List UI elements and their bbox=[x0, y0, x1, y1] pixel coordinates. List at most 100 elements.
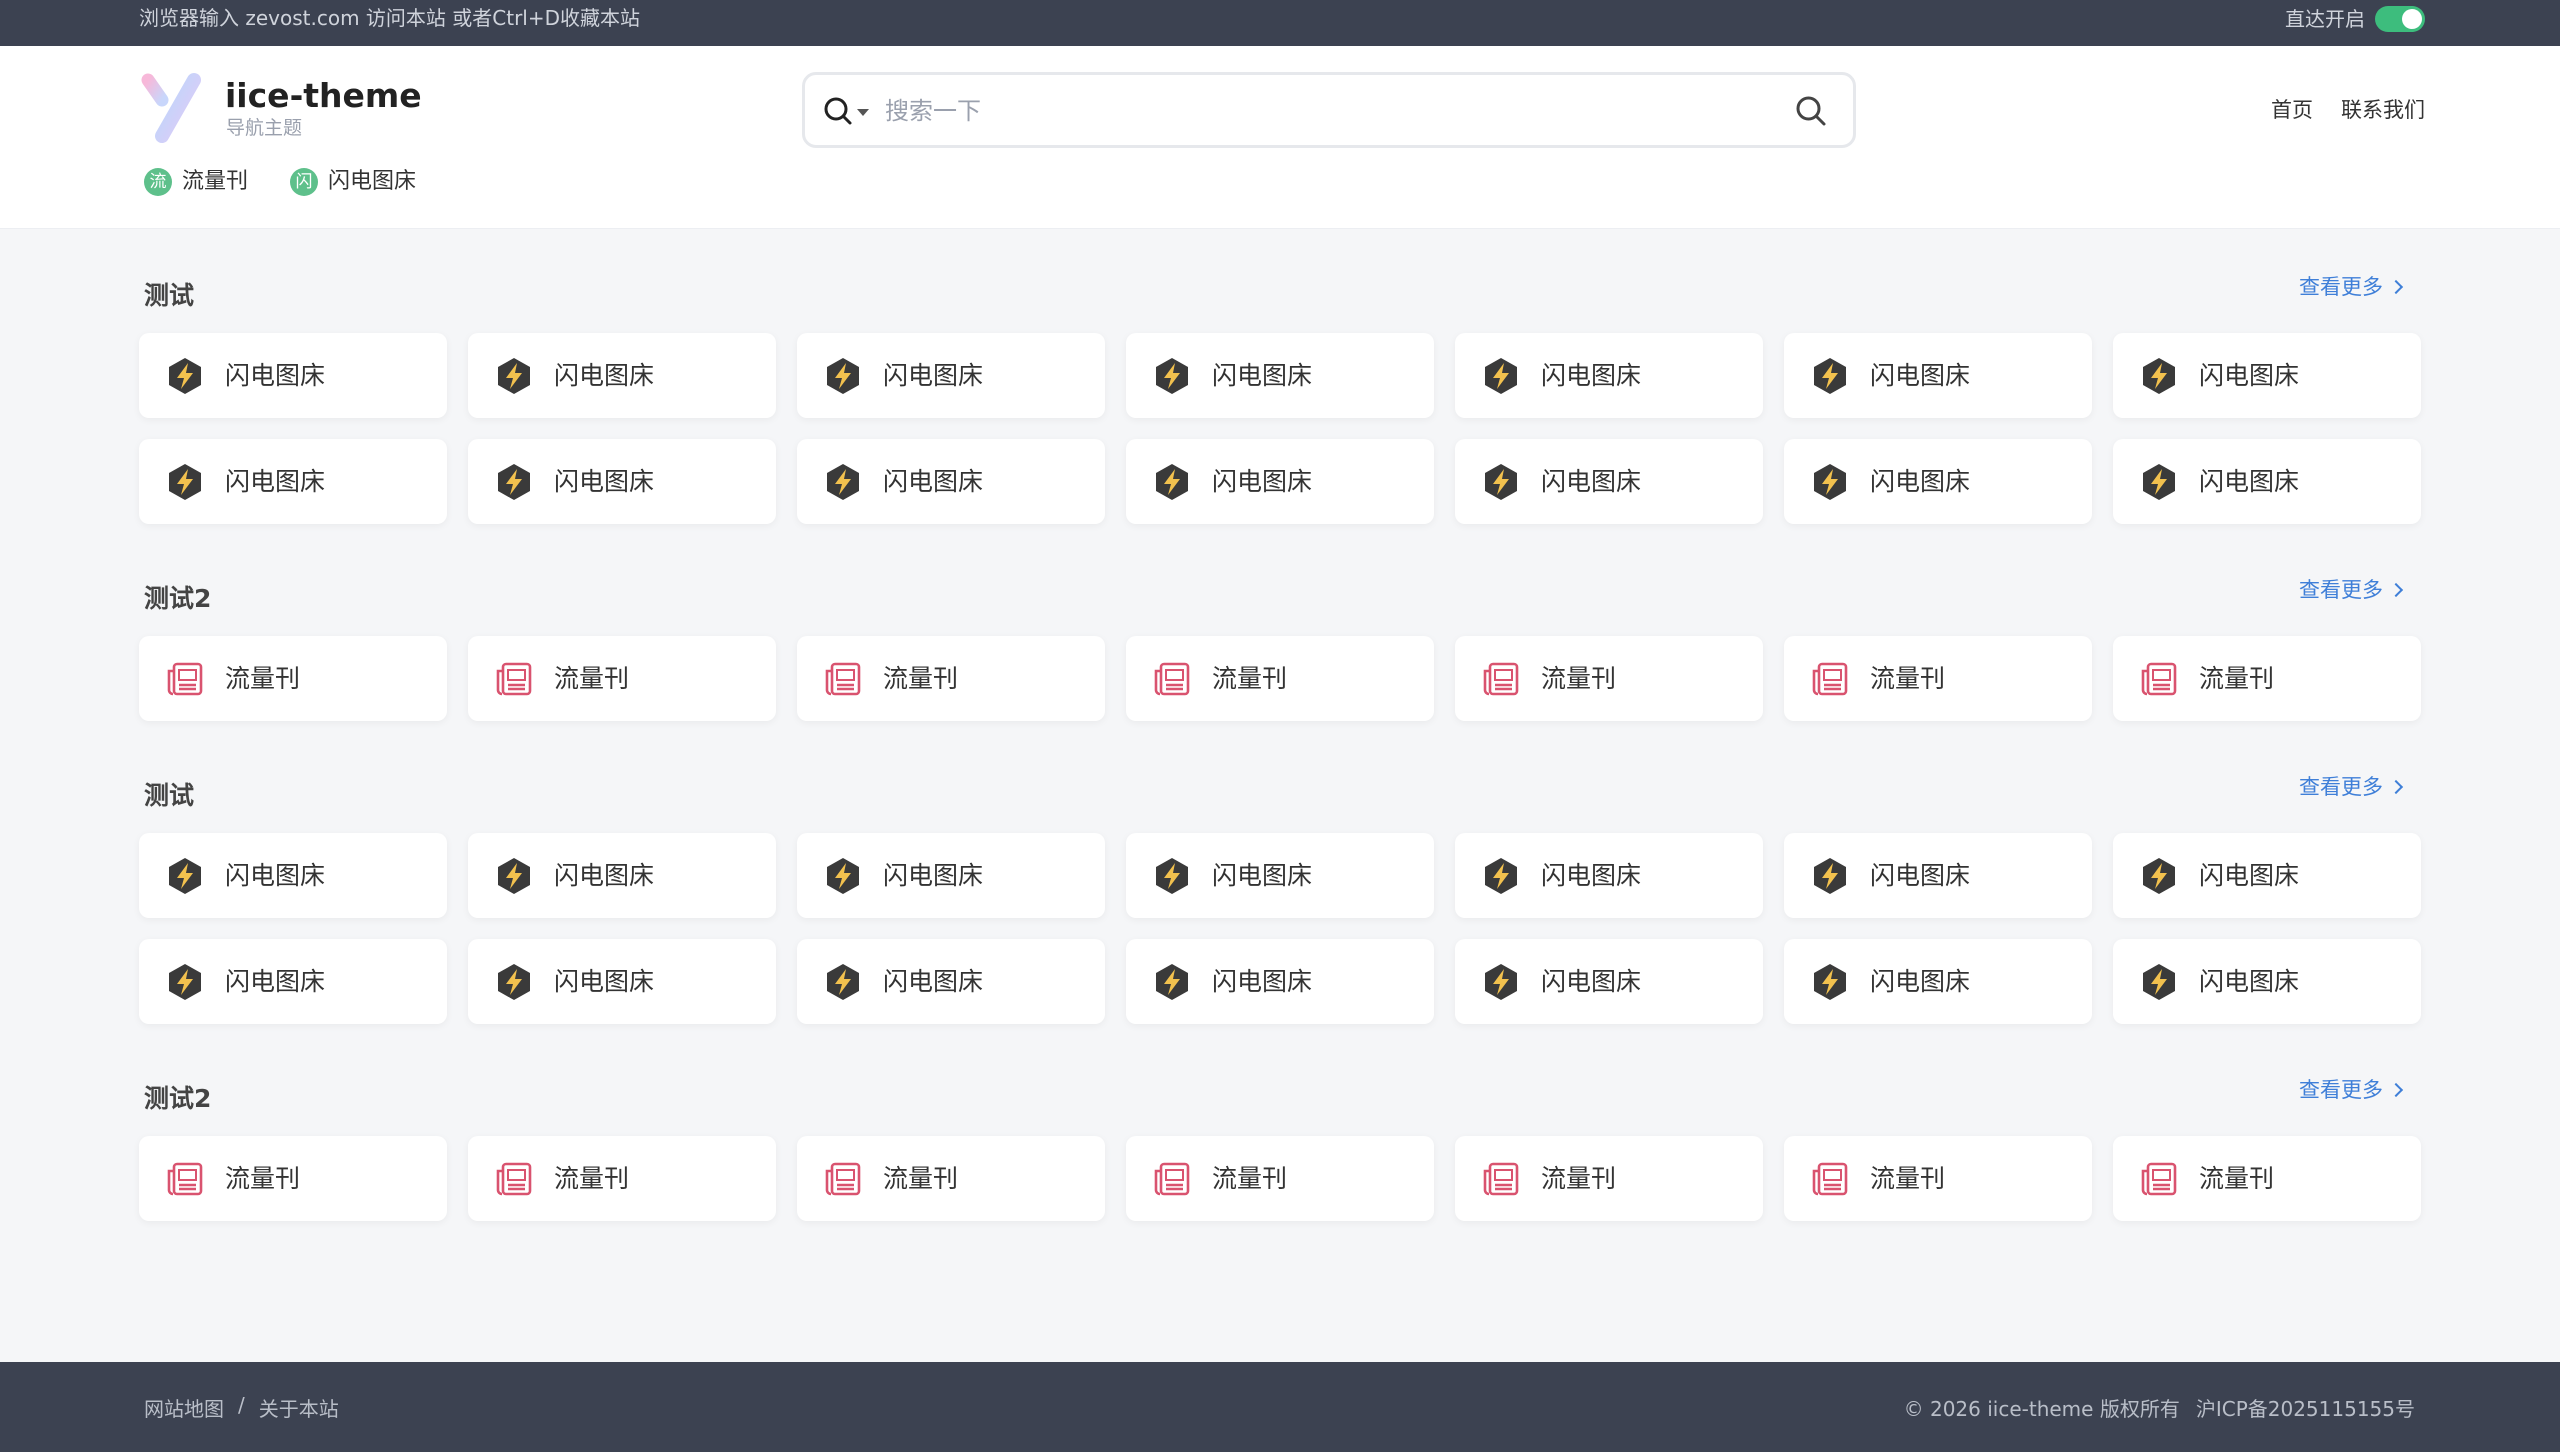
footer-sitemap-link[interactable]: 网站地图 bbox=[144, 1393, 224, 1422]
main-nav: 首页 联系我们 bbox=[2271, 96, 2425, 124]
chevron-down-icon bbox=[857, 108, 869, 116]
site-link-label: 流量刊 bbox=[554, 663, 630, 693]
quick-link-badge: 流 bbox=[144, 168, 172, 196]
site-link-card[interactable]: 闪电图床 bbox=[797, 939, 1105, 1024]
site-link-label: 流量刊 bbox=[225, 663, 301, 693]
search-submit-icon[interactable] bbox=[1795, 95, 1827, 127]
site-link-card[interactable]: 闪电图床 bbox=[139, 833, 447, 918]
site-link-card[interactable]: 闪电图床 bbox=[1784, 939, 2092, 1024]
site-link-card[interactable]: 闪电图床 bbox=[797, 439, 1105, 524]
icp-number[interactable]: 沪ICP备2025115155号 bbox=[2196, 1393, 2415, 1422]
search-engine-selector[interactable] bbox=[823, 96, 869, 126]
chevron-right-icon bbox=[2388, 1082, 2404, 1098]
site-link-card[interactable]: 流量刊 bbox=[797, 1136, 1105, 1221]
site-link-card[interactable]: 闪电图床 bbox=[2113, 439, 2421, 524]
site-link-card[interactable]: 流量刊 bbox=[1784, 636, 2092, 721]
site-link-label: 闪电图床 bbox=[1870, 466, 1971, 496]
newspaper-icon bbox=[1810, 659, 1850, 699]
quick-link-shandian[interactable]: 闪 闪电图床 bbox=[290, 168, 416, 196]
newspaper-icon bbox=[823, 659, 863, 699]
site-link-card[interactable]: 闪电图床 bbox=[1784, 833, 2092, 918]
footer-about-link[interactable]: 关于本站 bbox=[259, 1393, 339, 1422]
newspaper-icon bbox=[1481, 659, 1521, 699]
site-link-label: 闪电图床 bbox=[2199, 466, 2300, 496]
site-name[interactable]: iice-theme bbox=[225, 76, 422, 116]
newspaper-icon bbox=[1481, 1159, 1521, 1199]
site-link-label: 流量刊 bbox=[1870, 1163, 1946, 1193]
site-link-card[interactable]: 闪电图床 bbox=[797, 833, 1105, 918]
site-link-label: 闪电图床 bbox=[1212, 966, 1313, 996]
site-link-label: 闪电图床 bbox=[554, 466, 655, 496]
section-title: 测试2 bbox=[144, 1084, 212, 1113]
site-link-card[interactable]: 闪电图床 bbox=[1455, 439, 1763, 524]
site-link-label: 流量刊 bbox=[883, 1163, 959, 1193]
site-link-label: 流量刊 bbox=[2199, 1163, 2275, 1193]
site-link-card[interactable]: 闪电图床 bbox=[2113, 833, 2421, 918]
site-link-label: 闪电图床 bbox=[225, 966, 326, 996]
site-link-label: 闪电图床 bbox=[1541, 360, 1642, 390]
site-link-label: 闪电图床 bbox=[883, 966, 984, 996]
lightning-icon bbox=[1810, 962, 1850, 1002]
footer-legal: © 2026 iice-theme 版权所有 沪ICP备2025115155号 bbox=[1904, 1393, 2415, 1422]
site-link-card[interactable]: 闪电图床 bbox=[1455, 833, 1763, 918]
view-more-link[interactable]: 查看更多 bbox=[2299, 273, 2404, 301]
view-more-link[interactable]: 查看更多 bbox=[2299, 1076, 2404, 1104]
site-link-card[interactable]: 流量刊 bbox=[797, 636, 1105, 721]
site-link-card[interactable]: 闪电图床 bbox=[1455, 333, 1763, 418]
site-link-label: 流量刊 bbox=[1541, 1163, 1617, 1193]
site-link-card[interactable]: 流量刊 bbox=[1455, 636, 1763, 721]
site-link-card[interactable]: 闪电图床 bbox=[468, 333, 776, 418]
site-link-card[interactable]: 闪电图床 bbox=[468, 833, 776, 918]
site-link-card[interactable]: 流量刊 bbox=[1784, 1136, 2092, 1221]
site-link-card[interactable]: 流量刊 bbox=[468, 636, 776, 721]
site-link-card[interactable]: 流量刊 bbox=[1126, 636, 1434, 721]
site-link-card[interactable]: 闪电图床 bbox=[2113, 939, 2421, 1024]
site-link-card[interactable]: 流量刊 bbox=[139, 636, 447, 721]
site-link-card[interactable]: 流量刊 bbox=[2113, 1136, 2421, 1221]
newspaper-icon bbox=[1810, 1159, 1850, 1199]
site-link-label: 流量刊 bbox=[1212, 1163, 1288, 1193]
site-subtitle: 导航主题 bbox=[226, 117, 303, 139]
quick-link-liuliangkan[interactable]: 流 流量刊 bbox=[144, 168, 248, 196]
site-link-card[interactable]: 闪电图床 bbox=[1784, 439, 2092, 524]
lightning-icon bbox=[1481, 856, 1521, 896]
site-link-card[interactable]: 闪电图床 bbox=[2113, 333, 2421, 418]
nav-contact[interactable]: 联系我们 bbox=[2341, 96, 2425, 124]
site-link-card[interactable]: 流量刊 bbox=[139, 1136, 447, 1221]
site-link-card[interactable]: 流量刊 bbox=[1126, 1136, 1434, 1221]
chevron-right-icon bbox=[2388, 779, 2404, 795]
site-link-card[interactable]: 闪电图床 bbox=[1784, 333, 2092, 418]
site-link-card[interactable]: 闪电图床 bbox=[468, 439, 776, 524]
site-link-card[interactable]: 闪电图床 bbox=[797, 333, 1105, 418]
site-link-card[interactable]: 闪电图床 bbox=[1126, 439, 1434, 524]
site-link-card[interactable]: 流量刊 bbox=[468, 1136, 776, 1221]
view-more-link[interactable]: 查看更多 bbox=[2299, 576, 2404, 604]
site-link-card[interactable]: 流量刊 bbox=[2113, 636, 2421, 721]
site-link-card[interactable]: 闪电图床 bbox=[139, 439, 447, 524]
direct-toggle-label: 直达开启 bbox=[2285, 7, 2365, 31]
lightning-icon bbox=[2139, 356, 2179, 396]
site-link-card[interactable]: 闪电图床 bbox=[1126, 939, 1434, 1024]
site-link-card[interactable]: 闪电图床 bbox=[468, 939, 776, 1024]
site-link-card[interactable]: 闪电图床 bbox=[139, 333, 447, 418]
lightning-icon bbox=[1152, 356, 1192, 396]
site-logo-icon[interactable] bbox=[140, 72, 206, 146]
direct-toggle[interactable] bbox=[2375, 6, 2425, 32]
nav-home[interactable]: 首页 bbox=[2271, 96, 2313, 124]
site-link-card[interactable]: 闪电图床 bbox=[1455, 939, 1763, 1024]
newspaper-icon bbox=[823, 1159, 863, 1199]
view-more-link[interactable]: 查看更多 bbox=[2299, 773, 2404, 801]
search-input[interactable] bbox=[885, 89, 1765, 133]
lightning-icon bbox=[1152, 962, 1192, 1002]
site-link-label: 闪电图床 bbox=[1212, 360, 1313, 390]
newspaper-icon bbox=[1152, 1159, 1192, 1199]
newspaper-icon bbox=[494, 659, 534, 699]
site-link-card[interactable]: 闪电图床 bbox=[139, 939, 447, 1024]
site-link-label: 闪电图床 bbox=[1541, 466, 1642, 496]
site-link-card[interactable]: 流量刊 bbox=[1455, 1136, 1763, 1221]
site-link-card[interactable]: 闪电图床 bbox=[1126, 833, 1434, 918]
newspaper-icon bbox=[1152, 659, 1192, 699]
lightning-icon bbox=[823, 356, 863, 396]
site-link-card[interactable]: 闪电图床 bbox=[1126, 333, 1434, 418]
lightning-icon bbox=[165, 462, 205, 502]
